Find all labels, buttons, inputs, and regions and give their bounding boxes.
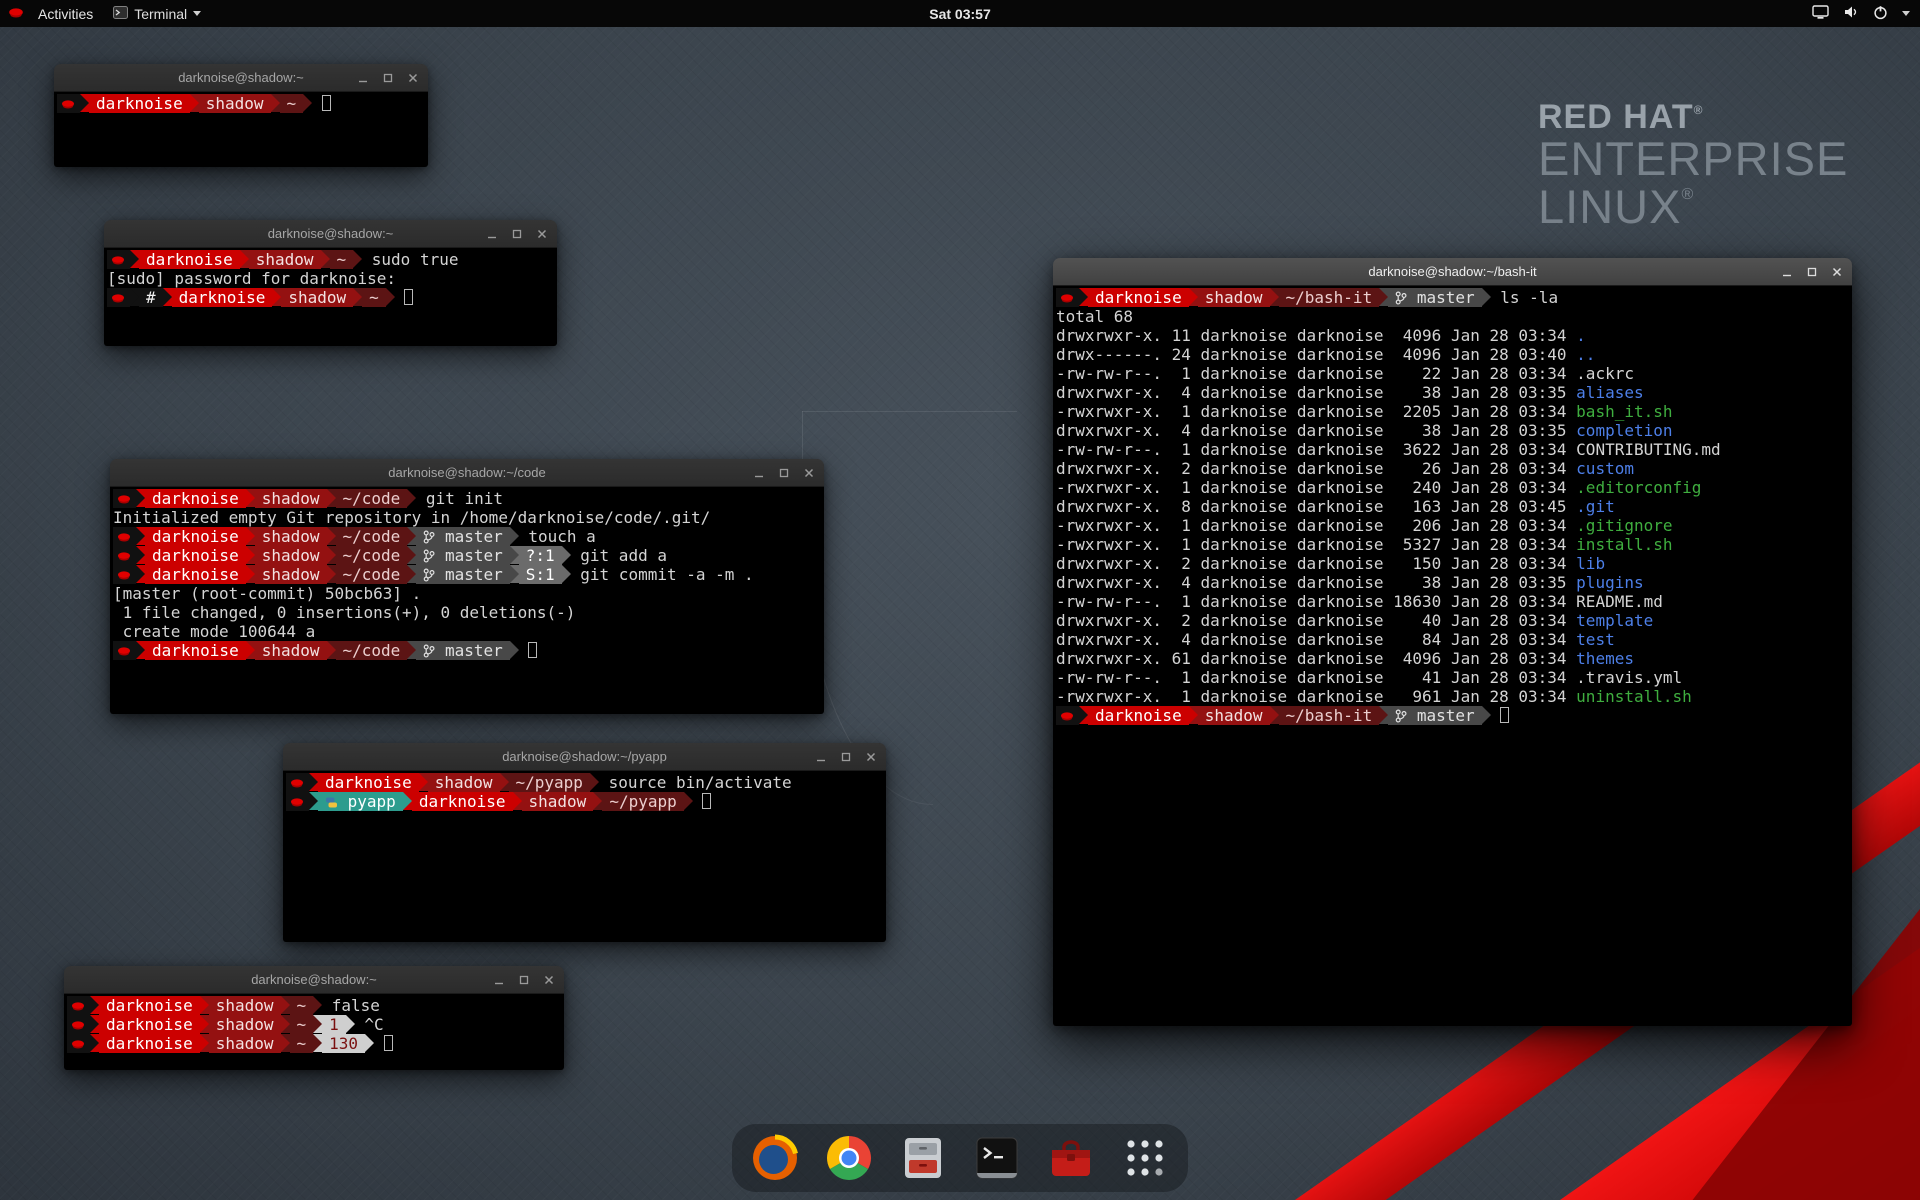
- chrome-icon[interactable]: [824, 1133, 874, 1183]
- close-button[interactable]: [406, 71, 420, 85]
- close-button[interactable]: [542, 973, 556, 987]
- close-button[interactable]: [535, 227, 549, 241]
- window-titlebar[interactable]: darknoise@shadow:~: [54, 64, 428, 92]
- terminal-app-icon: [113, 6, 128, 22]
- window-titlebar[interactable]: darknoise@shadow:~/pyapp: [283, 743, 886, 771]
- window-title: darknoise@shadow:~: [251, 972, 377, 987]
- chevron-down-icon: [1902, 11, 1910, 16]
- minimize-button[interactable]: [752, 466, 766, 480]
- maximize-button[interactable]: [517, 973, 531, 987]
- app-menu-terminal[interactable]: Terminal: [113, 6, 201, 22]
- window-title: darknoise@shadow:~: [268, 226, 394, 241]
- terminal-content[interactable]: darknoiseshadow~: [54, 92, 428, 167]
- minimize-button[interactable]: [485, 227, 499, 241]
- window-titlebar[interactable]: darknoise@shadow:~/bash-it: [1053, 258, 1852, 286]
- minimize-button[interactable]: [356, 71, 370, 85]
- redhat-icon: [8, 7, 24, 20]
- chevron-down-icon: [193, 11, 201, 16]
- window-titlebar[interactable]: darknoise@shadow:~: [64, 966, 564, 994]
- volume-icon: [1843, 5, 1859, 22]
- power-icon: [1873, 5, 1888, 23]
- terminal-window[interactable]: darknoise@shadow:~/pyapp darknoiseshadow…: [283, 743, 886, 942]
- maximize-button[interactable]: [777, 466, 791, 480]
- close-button[interactable]: [864, 750, 878, 764]
- terminal-cursor: [384, 1035, 393, 1051]
- firefox-icon[interactable]: [750, 1133, 800, 1183]
- clock[interactable]: Sat 03:57: [929, 6, 990, 22]
- terminal-content[interactable]: darknoiseshadow~ falsedarknoiseshadow~1 …: [64, 994, 564, 1070]
- registered-mark: ®: [1681, 186, 1694, 203]
- app-grid-icon[interactable]: [1120, 1133, 1170, 1183]
- window-title: darknoise@shadow:~/code: [388, 465, 545, 480]
- terminal-content[interactable]: darknoiseshadow~/pyapp source bin/activa…: [283, 771, 886, 942]
- terminal-icon[interactable]: [972, 1133, 1022, 1183]
- terminal-content[interactable]: darknoiseshadow~/bash-it master ls -lato…: [1053, 286, 1852, 1026]
- display-icon: [1812, 5, 1829, 22]
- terminal-cursor: [528, 642, 537, 658]
- minimize-button[interactable]: [1780, 265, 1794, 279]
- maximize-button[interactable]: [381, 71, 395, 85]
- close-button[interactable]: [802, 466, 816, 480]
- terminal-content[interactable]: darknoiseshadow~ sudo true[sudo] passwor…: [104, 248, 557, 346]
- registered-mark: ®: [1694, 103, 1704, 117]
- terminal-window-focused[interactable]: darknoise@shadow:~/bash-it darknoiseshad…: [1053, 258, 1852, 1026]
- app-menu-label: Terminal: [134, 6, 187, 22]
- terminal-cursor: [1500, 707, 1509, 723]
- window-titlebar[interactable]: darknoise@shadow:~/code: [110, 459, 824, 487]
- window-titlebar[interactable]: darknoise@shadow:~: [104, 220, 557, 248]
- terminal-cursor: [702, 793, 711, 809]
- minimize-button[interactable]: [492, 973, 506, 987]
- terminal-cursor: [404, 289, 413, 305]
- desktop: RED HAT® ENTERPRISE LINUX® Activities Te…: [0, 0, 1920, 1200]
- brand-line2: ENTERPRISE: [1538, 135, 1848, 183]
- terminal-window[interactable]: darknoise@shadow:~ darknoiseshadow~ fals…: [64, 966, 564, 1070]
- terminal-cursor: [322, 95, 331, 111]
- gnome-top-bar: Activities Terminal Sat 03:57: [0, 0, 1920, 27]
- toolbox-icon[interactable]: [1046, 1133, 1096, 1183]
- window-title: darknoise@shadow:~/pyapp: [502, 749, 667, 764]
- files-icon[interactable]: [898, 1133, 948, 1183]
- minimize-button[interactable]: [814, 750, 828, 764]
- close-button[interactable]: [1830, 265, 1844, 279]
- rhel-brand-watermark: RED HAT® ENTERPRISE LINUX®: [1538, 100, 1848, 231]
- dock: [732, 1124, 1188, 1192]
- maximize-button[interactable]: [510, 227, 524, 241]
- maximize-button[interactable]: [839, 750, 853, 764]
- terminal-window[interactable]: darknoise@shadow:~/code darknoiseshadow~…: [110, 459, 824, 714]
- terminal-window[interactable]: darknoise@shadow:~ darknoiseshadow~ sudo…: [104, 220, 557, 346]
- terminal-content[interactable]: darknoiseshadow~/code git initInitialize…: [110, 487, 824, 714]
- window-title: darknoise@shadow:~/bash-it: [1368, 264, 1536, 279]
- terminal-window[interactable]: darknoise@shadow:~ darknoiseshadow~: [54, 64, 428, 167]
- activities-button[interactable]: Activities: [30, 6, 101, 22]
- brand-line1: RED HAT: [1538, 98, 1694, 136]
- window-title: darknoise@shadow:~: [178, 70, 304, 85]
- system-status-area[interactable]: [1812, 0, 1910, 27]
- brand-line3: LINUX: [1538, 180, 1681, 233]
- maximize-button[interactable]: [1805, 265, 1819, 279]
